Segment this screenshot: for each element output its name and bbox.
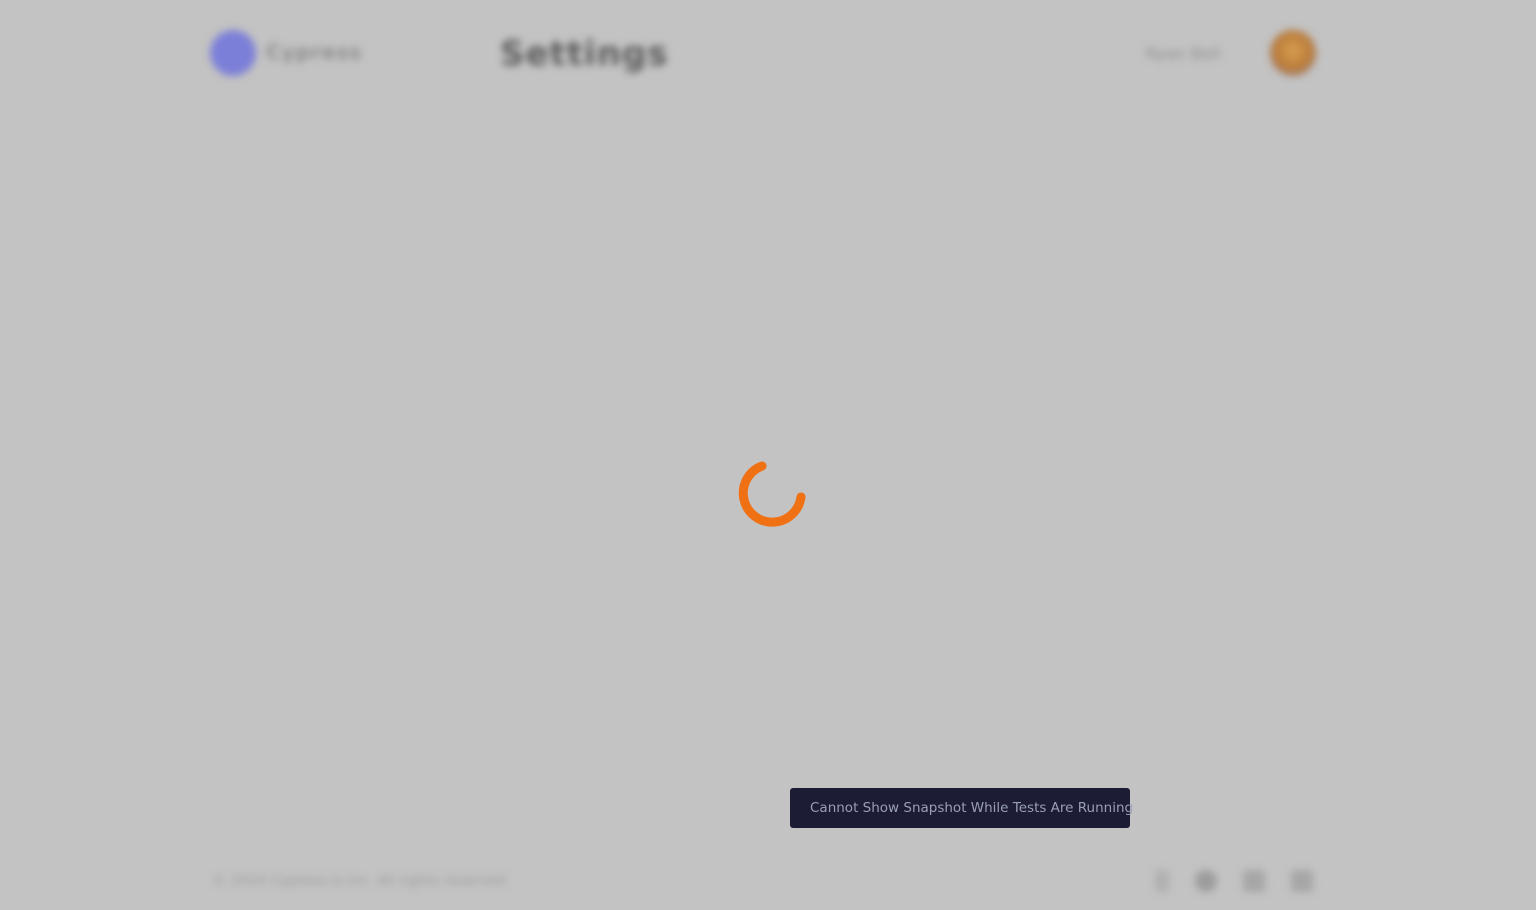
footer-icon-group bbox=[1155, 870, 1313, 892]
logo-text: Cypress bbox=[266, 40, 363, 64]
help-icon bbox=[1155, 870, 1169, 892]
app-stage: Cypress Settings Ryan Bell © 2024 Cypres… bbox=[0, 0, 1536, 910]
chat-icon bbox=[1195, 870, 1217, 892]
loading-spinner-icon bbox=[738, 461, 806, 527]
blurred-app-background: Cypress Settings Ryan Bell © 2024 Cypres… bbox=[0, 0, 1536, 910]
logo-icon bbox=[210, 30, 256, 76]
toast-message: Cannot Show Snapshot While Tests Are Run… bbox=[810, 800, 1134, 816]
footer-copyright: © 2024 Cypress.io Inc. All rights reserv… bbox=[212, 873, 506, 889]
avatar bbox=[1270, 30, 1316, 76]
user-name: Ryan Bell bbox=[1146, 44, 1221, 63]
snapshot-toast: Cannot Show Snapshot While Tests Are Run… bbox=[790, 788, 1134, 828]
app-header: Cypress Settings Ryan Bell bbox=[0, 0, 1536, 106]
mail-icon bbox=[1243, 870, 1265, 892]
page-title: Settings bbox=[500, 34, 669, 74]
twitter-icon bbox=[1291, 870, 1313, 892]
